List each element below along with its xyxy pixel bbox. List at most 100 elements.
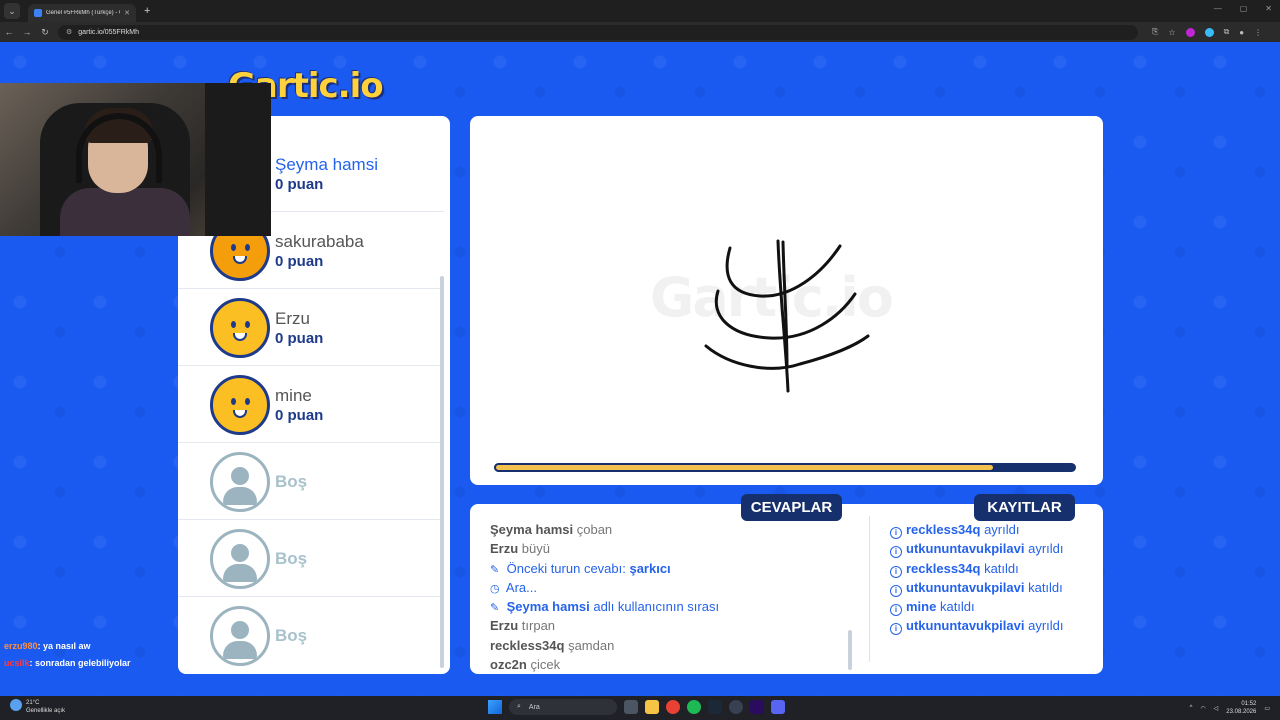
favicon-icon [34, 9, 42, 17]
answer-line: Erzu tırpan [490, 618, 556, 634]
system-line: ✎ Şeyma hamsi adlı kullanıcının sırası [490, 599, 720, 615]
weather-widget[interactable]: 21°C Genellikle açık [10, 699, 65, 715]
menu-icon[interactable]: ⋮ [1254, 28, 1262, 37]
install-icon[interactable]: ⎘ [1152, 27, 1158, 37]
answer-line: ozc2n çicek [490, 657, 561, 673]
drawing-canvas[interactable]: Gartic.io [470, 116, 1103, 485]
player-list-scrollbar[interactable] [440, 276, 444, 668]
empty-slot-label: Boş [275, 626, 308, 645]
player-row: Erzu 0 puan [178, 290, 444, 366]
log-line: i utkununtavukpilavi ayrıldı [890, 618, 1090, 637]
system-tray: ^ ◠ ◁ 01:52 23.08.2026 ▭ [1190, 700, 1270, 716]
extension-icon[interactable] [1185, 27, 1195, 37]
windows-taskbar: 21°C Genellikle açık ⌕ Ara ^ ◠ ◁ 01:52 23.0… [0, 696, 1280, 720]
notification-icon[interactable]: ▭ [1264, 705, 1270, 712]
info-icon: i [890, 604, 902, 617]
stream-chat-overlay: erzu980: ya nasıl aw ucsilk: sonradan ge… [4, 641, 131, 675]
avatar-eye [231, 321, 236, 328]
answers-list: Şeyma hamsi çoban Erzu büyü ✎ Önceki tur… [490, 522, 860, 676]
avatar-eye [245, 398, 250, 405]
avatar-mouth [233, 256, 247, 264]
avatar-eye [231, 244, 236, 251]
url-text[interactable]: gartic.io/055FRkMh [78, 29, 139, 36]
player-avatar [210, 375, 270, 435]
webcam-overlay [0, 83, 271, 236]
taskbar-search[interactable]: ⌕ Ara [509, 699, 617, 715]
extension-icon[interactable] [1204, 27, 1214, 37]
weather-icon [10, 699, 22, 711]
empty-slot: Boş [178, 598, 444, 674]
player-score: 0 puan [275, 253, 324, 270]
close-tab-icon[interactable]: ✕ [124, 9, 130, 17]
site-info-icon[interactable]: ⚙ [66, 28, 72, 36]
player-name: sakurababa [275, 232, 364, 251]
back-icon[interactable]: ← [0, 27, 18, 37]
clock-icon: ◷ [490, 582, 500, 595]
answer-line: reckless34q şamdan [490, 637, 615, 653]
pencil-icon: ✎ [490, 563, 500, 576]
player-avatar [210, 298, 270, 358]
drawing-strokes [704, 239, 870, 393]
stream-chat-line: erzu980: ya nasıl aw [4, 641, 91, 651]
close-window-icon[interactable]: ✕ [1265, 4, 1272, 13]
browser-actions: ⎘ ☆ ⧉ ● ⋮ [1152, 27, 1262, 37]
answers-logs-panel: Şeyma hamsi çoban Erzu büyü ✎ Önceki tur… [470, 504, 1103, 674]
info-icon: i [890, 565, 902, 578]
stream-chat-line: ucsilk: sonradan gelebiliyolar [4, 658, 131, 668]
avatar-mouth [233, 410, 247, 418]
empty-slot-label: Boş [275, 472, 308, 491]
reload-icon[interactable]: ↻ [36, 27, 54, 38]
player-row: mine 0 puan [178, 367, 444, 443]
browser-toolbar: ← → ↻ ⚙ gartic.io/055FRkMh ⎘ ☆ ⧉ ● ⋮ [0, 22, 1280, 42]
system-line: ✎ Önceki turun cevabı: şarkıcı [490, 560, 671, 576]
maximize-icon[interactable]: ▢ [1240, 4, 1248, 13]
wifi-icon[interactable]: ◠ [1200, 705, 1205, 712]
bookmark-star-icon[interactable]: ☆ [1168, 28, 1175, 37]
answer-line: Şeyma hamsi çoban [490, 522, 613, 537]
windows-start-icon[interactable] [488, 700, 502, 714]
discord-icon[interactable] [771, 700, 785, 714]
player-name: Şeyma hamsi [275, 155, 378, 174]
address-bar[interactable]: ⚙ gartic.io/055FRkMh [58, 24, 1138, 40]
empty-avatar-icon [210, 606, 270, 666]
player-name: mine [275, 386, 312, 405]
tab-logs[interactable]: KAYITLAR [974, 494, 1075, 521]
volume-icon[interactable]: ◁ [1214, 705, 1219, 712]
premiere-icon[interactable] [750, 700, 764, 714]
empty-slot: Boş [178, 521, 444, 597]
round-timer-bar [494, 463, 1076, 472]
steam-icon[interactable] [708, 700, 722, 714]
clock[interactable]: 01:52 23.08.2026 [1226, 700, 1256, 716]
player-score: 0 puan [275, 330, 324, 347]
profile-avatar-icon[interactable]: ● [1239, 28, 1244, 37]
obs-icon[interactable] [729, 700, 743, 714]
player-score: 0 puan [275, 407, 324, 424]
empty-avatar-icon [210, 529, 270, 589]
forward-icon[interactable]: → [18, 27, 36, 37]
answer-line: Erzu büyü [490, 541, 550, 557]
window-controls: — ▢ ✕ [1214, 4, 1272, 13]
log-line: i utkununtavukpilavi ayrıldı [890, 541, 1090, 560]
extensions-puzzle-icon[interactable]: ⧉ [1224, 27, 1230, 37]
info-icon: i [890, 527, 902, 539]
tab-list-icon[interactable]: ⌄ [4, 3, 20, 19]
log-line: i utkununtavukpilavi katıldı [890, 580, 1090, 599]
spotify-icon[interactable] [687, 700, 701, 714]
answers-scrollbar[interactable] [848, 630, 852, 670]
round-timer-fill [494, 463, 995, 472]
browser-tab[interactable]: Genel #5FRkMh (Türkçe) - Gartic ✕ [28, 4, 136, 22]
avatar-mouth [233, 333, 247, 341]
minimize-icon[interactable]: — [1214, 4, 1222, 13]
tab-answers[interactable]: CEVAPLAR [741, 494, 842, 521]
file-explorer-icon[interactable] [645, 700, 659, 714]
search-icon: ⌕ [517, 703, 521, 710]
new-tab-button[interactable]: + [144, 5, 150, 17]
empty-slot: Boş [178, 444, 444, 520]
task-view-icon[interactable] [624, 700, 638, 714]
info-icon: i [890, 546, 902, 559]
player-name: Erzu [275, 309, 310, 328]
chrome-icon[interactable] [666, 700, 680, 714]
avatar-eye [245, 244, 250, 251]
tray-chevron-icon[interactable]: ^ [1190, 705, 1193, 711]
panel-divider [869, 516, 870, 662]
